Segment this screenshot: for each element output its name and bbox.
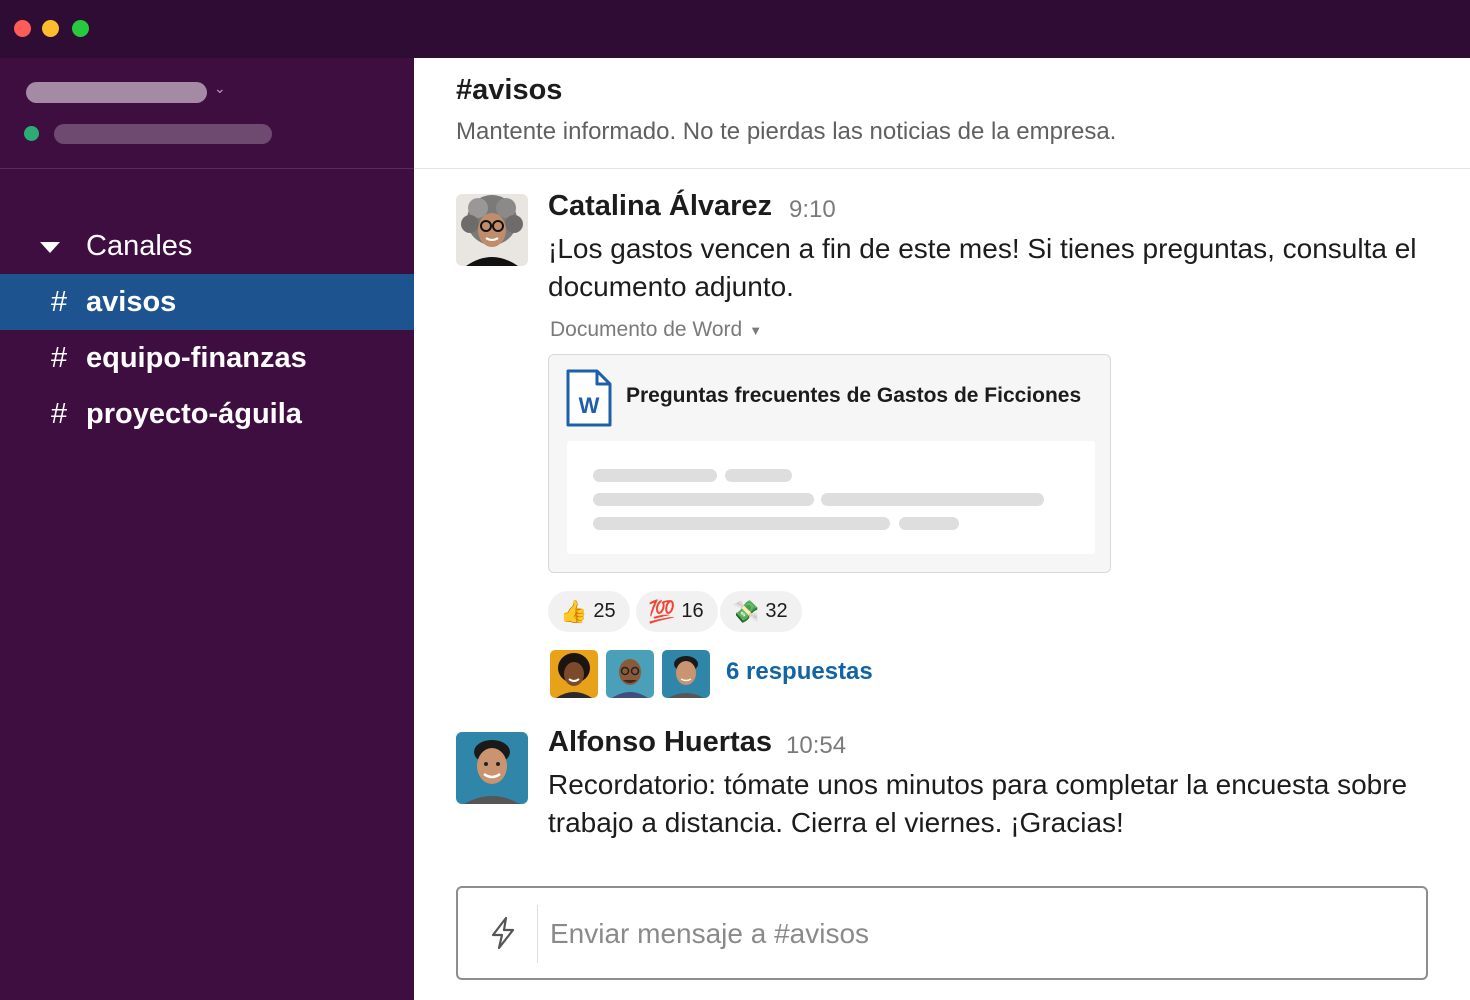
reaction-count: 32	[765, 600, 788, 622]
reaction-count: 25	[593, 600, 616, 622]
message-timestamp[interactable]: 10:54	[786, 732, 846, 760]
preview-line	[593, 517, 890, 530]
user-name-placeholder	[54, 124, 272, 144]
message-author[interactable]: Catalina Álvarez	[548, 190, 772, 223]
composer-divider	[537, 905, 538, 963]
sidebar-item-equipo-finanzas[interactable]: # equipo-finanzas	[0, 330, 414, 386]
attachment-type-label: Documento de Word	[550, 318, 743, 341]
reaction-count: 16	[681, 600, 704, 622]
channel-topic: Mantente informado. No te pierdas las no…	[456, 118, 1117, 145]
preview-line	[725, 469, 792, 482]
thumbs-up-icon: 👍	[560, 598, 588, 624]
channels-section-toggle[interactable]: Canales	[40, 228, 192, 264]
reply-avatar[interactable]	[550, 650, 598, 698]
preview-line	[593, 493, 814, 506]
reaction-thumbs-up[interactable]: 👍 25	[548, 591, 630, 632]
message-input[interactable]	[550, 914, 1400, 954]
message-text: ¡Los gastos vencen a fin de este mes! Si…	[548, 233, 1417, 302]
avatar[interactable]	[456, 732, 528, 804]
preview-line	[821, 493, 1044, 506]
chevron-down-icon[interactable]: ⌄	[214, 80, 226, 97]
channel-name: avisos	[86, 285, 177, 318]
hash-icon: #	[51, 341, 68, 374]
maximize-window-button[interactable]	[72, 20, 89, 37]
channel-header: #avisos Mantente informado. No te pierda…	[414, 58, 1470, 169]
attachment-title[interactable]: Preguntas frecuentes de Gastos de Ficcio…	[626, 384, 1081, 408]
message-author[interactable]: Alfonso Huertas	[548, 726, 772, 759]
message-composer[interactable]	[456, 886, 1428, 980]
message-text: Recordatorio: tómate unos minutos para c…	[548, 769, 1408, 838]
sidebar-item-proyecto-aguila[interactable]: # proyecto-águila	[0, 386, 414, 442]
file-attachment-card[interactable]: W Preguntas frecuentes de Gastos de Ficc…	[548, 354, 1111, 573]
word-icon-letter: W	[579, 393, 600, 418]
word-document-icon: W	[565, 368, 613, 433]
channel-view: #avisos Mantente informado. No te pierda…	[414, 58, 1470, 1000]
avatar[interactable]	[456, 194, 528, 266]
reaction-money-wings[interactable]: 💸 32	[720, 591, 802, 632]
minimize-window-button[interactable]	[42, 20, 59, 37]
close-window-button[interactable]	[14, 20, 31, 37]
document-preview	[567, 441, 1095, 554]
reply-avatar[interactable]	[662, 650, 710, 698]
money-with-wings-icon: 💸	[732, 598, 760, 624]
sidebar: ⌄ Canales # avisos # equipo-finanzas # p…	[0, 58, 414, 1000]
shortcuts-bolt-icon[interactable]	[488, 916, 518, 955]
sidebar-item-avisos[interactable]: # avisos	[0, 274, 414, 330]
message-timestamp[interactable]: 9:10	[789, 196, 836, 224]
channel-name: equipo-finanzas	[86, 341, 307, 374]
caret-down-icon	[40, 241, 60, 253]
channel-title[interactable]: #avisos	[456, 74, 562, 107]
preview-line	[899, 517, 959, 530]
caret-down-icon: ▼	[749, 322, 763, 338]
workspace-header[interactable]: ⌄	[0, 58, 414, 169]
channels-section-label: Canales	[86, 229, 193, 262]
hundred-points-icon: 💯	[648, 598, 676, 624]
hash-icon: #	[51, 285, 68, 318]
thread-replies-link[interactable]: 6 respuestas	[726, 658, 873, 686]
reaction-hundred[interactable]: 💯 16	[636, 591, 718, 632]
presence-dot-icon	[24, 126, 39, 141]
attachment-type-toggle[interactable]: Documento de Word ▼	[550, 318, 762, 342]
preview-line	[593, 469, 717, 482]
workspace-name-placeholder	[26, 82, 207, 103]
channel-name: proyecto-águila	[86, 397, 302, 430]
window-titlebar	[0, 0, 1470, 58]
reply-avatar[interactable]	[606, 650, 654, 698]
hash-icon: #	[51, 397, 68, 430]
